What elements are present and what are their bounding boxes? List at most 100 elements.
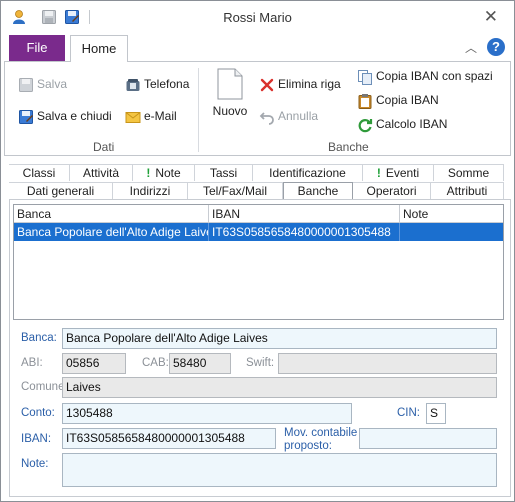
- tabs-row-2: Dati generali Indirizzi Tel/Fax/Mail Ban…: [9, 182, 504, 200]
- tab-dati-generali[interactable]: Dati generali: [9, 182, 113, 199]
- calcolo-iban-button[interactable]: Calcolo IBAN: [357, 117, 447, 133]
- note-field[interactable]: [62, 453, 497, 487]
- elimina-riga-button[interactable]: Elimina riga: [259, 77, 341, 93]
- tab-tel-fax-mail[interactable]: Tel/Fax/Mail: [188, 182, 283, 199]
- banche-grid[interactable]: Banca IBAN Note Banca Popolare dell'Alto…: [13, 204, 504, 320]
- tab-label: Eventi: [385, 166, 420, 180]
- mov-proposto-label: proposto:: [284, 440, 332, 452]
- mov-contabile-label: Mov. contabile: [284, 427, 358, 439]
- telefona-label: Telefona: [144, 77, 190, 92]
- alert-icon: !: [376, 166, 381, 180]
- nuovo-button[interactable]: Nuovo: [210, 68, 250, 118]
- swift-field[interactable]: [278, 353, 497, 374]
- conto-label: Conto:: [21, 407, 55, 419]
- mov-contabile-field[interactable]: [359, 428, 497, 449]
- save-close-icon: [18, 109, 34, 125]
- window-title: Rossi Mario: [223, 10, 292, 25]
- new-document-icon: [217, 68, 243, 100]
- nuovo-label: Nuovo: [212, 104, 248, 118]
- copia-iban-label: Copia IBAN: [376, 93, 439, 108]
- iban-label: IBAN:: [21, 433, 52, 445]
- tab-label: Dati generali: [26, 184, 95, 198]
- tab-tassi[interactable]: Tassi: [195, 164, 253, 181]
- comune-label: Comune:: [21, 381, 68, 393]
- undo-icon: [259, 109, 275, 125]
- group-separator: [198, 68, 199, 152]
- telefona-button[interactable]: Telefona: [125, 77, 189, 93]
- email-button[interactable]: e-Mail: [125, 109, 177, 125]
- salva-chiudi-label: Salva e chiudi: [37, 109, 112, 124]
- tab-label: Indirizzi: [129, 184, 171, 198]
- help-icon[interactable]: ?: [487, 38, 505, 56]
- tab-label: Tel/Fax/Mail: [202, 184, 267, 198]
- tab-label: Identificazione: [269, 166, 346, 180]
- tab-attributi[interactable]: Attributi: [431, 182, 504, 199]
- salva-button[interactable]: Salva: [18, 77, 67, 93]
- comune-field[interactable]: Laives: [62, 377, 497, 398]
- tab-label: Attività: [82, 166, 119, 180]
- tab-label: Somme: [447, 166, 490, 180]
- tab-label: Attributi: [446, 184, 488, 198]
- envelope-icon: [125, 109, 141, 125]
- title-bar: Rossi Mario ✕: [1, 1, 514, 33]
- calcolo-iban-label: Calcolo IBAN: [376, 117, 448, 132]
- column-header-note[interactable]: Note: [400, 205, 503, 223]
- column-header-banca[interactable]: Banca: [14, 205, 209, 223]
- refresh-icon: [357, 117, 373, 133]
- cab-field[interactable]: 58480: [169, 353, 231, 374]
- abi-label: ABI:: [21, 357, 43, 369]
- abi-field[interactable]: 05856: [62, 353, 126, 374]
- annulla-label: Annulla: [278, 109, 319, 124]
- tab-label: Operatori: [366, 184, 417, 198]
- home-tab[interactable]: Home: [70, 35, 128, 62]
- chevron-up-icon[interactable]: ︿: [465, 39, 477, 56]
- table-row-note[interactable]: [400, 223, 503, 241]
- copia-iban-button[interactable]: Copia IBAN: [357, 93, 439, 109]
- iban-field[interactable]: IT63S0585658480000001305488: [62, 428, 276, 449]
- tab-eventi[interactable]: ! Eventi: [363, 164, 434, 181]
- cab-label: CAB:: [142, 357, 169, 369]
- alert-icon: !: [146, 166, 151, 180]
- cin-label: CIN:: [397, 407, 420, 419]
- column-header-iban[interactable]: IBAN: [209, 205, 400, 223]
- conto-field[interactable]: 1305488: [62, 403, 352, 424]
- copy-icon: [357, 69, 373, 85]
- tab-somme[interactable]: Somme: [434, 164, 504, 181]
- tab-note[interactable]: ! Note: [133, 164, 195, 181]
- copia-iban-spazi-button[interactable]: Copia IBAN con spazi: [357, 69, 493, 85]
- ribbon-panel: Salva Salva e chiudi Telefona e-Mail Dat…: [4, 61, 511, 156]
- note-label: Note:: [21, 458, 49, 470]
- swift-label: Swift:: [246, 357, 275, 369]
- email-label: e-Mail: [144, 109, 177, 124]
- window: Rossi Mario ✕ File Home ︿ ? Salva Salva …: [0, 0, 515, 502]
- salva-chiudi-button[interactable]: Salva e chiudi: [18, 109, 112, 125]
- banche-group-label: Banche: [328, 140, 369, 154]
- annulla-button[interactable]: Annulla: [259, 109, 318, 125]
- tab-label: Tassi: [209, 166, 238, 180]
- tab-classi[interactable]: Classi: [9, 164, 70, 181]
- tab-operatori[interactable]: Operatori: [353, 182, 431, 199]
- tabs-row-1: Classi Attività ! Note Tassi Identificazi…: [9, 164, 504, 181]
- banca-field[interactable]: Banca Popolare dell'Alto Adige Laives: [62, 328, 497, 349]
- save-icon: [18, 77, 34, 93]
- table-row-iban[interactable]: IT63S0585658480000001305488: [209, 223, 400, 241]
- clipboard-icon: [357, 93, 373, 109]
- phone-icon: [125, 77, 141, 93]
- tab-attivita[interactable]: Attività: [70, 164, 133, 181]
- banca-label: Banca:: [21, 332, 57, 344]
- tab-label: Note: [155, 166, 181, 180]
- tab-banche[interactable]: Banche: [283, 182, 353, 200]
- salva-label: Salva: [37, 77, 68, 92]
- delete-icon: [259, 77, 275, 93]
- file-tab[interactable]: File: [9, 35, 65, 61]
- dati-group-label: Dati: [93, 140, 115, 154]
- tab-identificazione[interactable]: Identificazione: [253, 164, 363, 181]
- cin-field[interactable]: S: [426, 403, 446, 424]
- tab-indirizzi[interactable]: Indirizzi: [113, 182, 188, 199]
- elimina-riga-label: Elimina riga: [278, 77, 341, 92]
- close-icon[interactable]: ✕: [484, 7, 498, 27]
- tab-label: Banche: [297, 184, 339, 198]
- copia-iban-spazi-label: Copia IBAN con spazi: [376, 69, 493, 84]
- tab-label: Classi: [22, 166, 56, 180]
- table-row-banca[interactable]: Banca Popolare dell'Alto Adige Laives: [14, 223, 209, 241]
